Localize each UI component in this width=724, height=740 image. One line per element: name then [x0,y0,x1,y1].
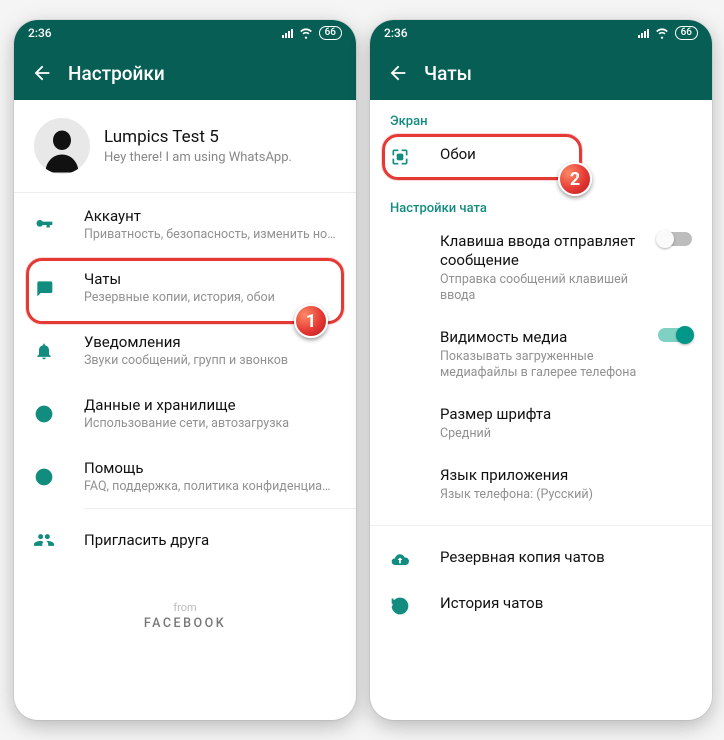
settings-item-invite[interactable]: Пригласить друга [14,509,356,571]
item-title: Пригласить друга [84,531,336,549]
toggle-media-visibility[interactable] [658,328,692,342]
bell-icon [34,341,84,361]
item-title: Чаты [84,270,336,288]
phone-chats-settings: 2:36 66 Чаты Экран Обои Настройки чата К… [370,20,712,720]
avatar [34,118,90,174]
item-title: Помощь [84,459,336,477]
settings-item-help[interactable]: Помощь FAQ, поддержка, политика конфиден… [14,445,356,508]
chat-icon [34,278,84,298]
item-title: История чатов [440,594,692,613]
chats-item-backup[interactable]: Резервная копия чатов [370,536,712,582]
signal-icon [282,29,293,38]
item-title: Уведомления [84,333,336,351]
item-subtitle: Показывать загруженные медиафайлы в гале… [440,349,650,382]
data-icon [34,404,84,424]
toggle-enter-send[interactable] [658,232,692,246]
signal-icon [638,29,649,38]
from-facebook: from FACEBOOK [14,571,356,651]
item-title: Размер шрифта [440,405,692,424]
app-bar: Настройки [14,46,356,100]
app-bar-title: Чаты [424,62,472,85]
chats-item-wallpaper[interactable]: Обои [370,133,712,179]
cloud-upload-icon [390,550,440,570]
status-bar: 2:36 66 [370,20,712,46]
profile-name: Lumpics Test 5 [104,127,292,147]
battery-icon: 66 [319,26,342,40]
battery-icon: 66 [675,26,698,40]
item-subtitle: Средний [440,426,692,442]
status-bar: 2:36 66 [14,20,356,46]
settings-item-data[interactable]: Данные и хранилище Использование сети, а… [14,382,356,445]
item-subtitle: FAQ, поддержка, политика конфиденциальн.… [84,479,336,494]
item-subtitle: Приватность, безопасность, изменить номе… [84,227,336,242]
settings-item-account[interactable]: Аккаунт Приватность, безопасность, измен… [14,193,356,256]
app-bar-title: Настройки [68,62,165,85]
item-subtitle: Использование сети, автозагрузка [84,416,336,431]
settings-item-chats[interactable]: Чаты Резервные копии, история, обои [14,256,356,319]
chats-item-app-language[interactable]: Язык приложения Язык телефона: (Русский) [370,454,712,515]
history-icon [390,596,440,616]
wifi-icon [299,26,313,40]
phone-settings: 2:36 66 Настройки Lumpics Test 5 Hey the… [14,20,356,720]
back-button[interactable] [378,53,418,93]
chats-item-history[interactable]: История чатов [370,582,712,628]
item-title: Обои [440,145,692,164]
clock: 2:36 [28,26,52,40]
chats-item-enter-send[interactable]: Клавиша ввода отправляет сообщение Отпра… [370,220,712,316]
item-title: Язык приложения [440,466,692,485]
app-bar: Чаты [370,46,712,100]
item-title: Аккаунт [84,207,336,225]
people-icon [34,530,84,550]
item-subtitle: Резервные копии, история, обои [84,290,336,305]
item-title: Видимость медиа [440,328,650,347]
chats-item-font-size[interactable]: Размер шрифта Средний [370,393,712,454]
wifi-icon [655,26,669,40]
section-screen: Экран [370,100,712,133]
clock: 2:36 [384,26,408,40]
back-button[interactable] [22,53,62,93]
wallpaper-icon [390,147,440,167]
help-icon [34,467,84,487]
profile-row[interactable]: Lumpics Test 5 Hey there! I am using Wha… [14,100,356,192]
item-title: Клавиша ввода отправляет сообщение [440,232,650,270]
item-subtitle: Отправка сообщений клавишей ввода [440,272,650,305]
item-title: Данные и хранилище [84,396,336,414]
item-subtitle: Звуки сообщений, групп и звонков [84,353,336,368]
item-title: Резервная копия чатов [440,548,692,567]
section-chat: Настройки чата [370,187,712,220]
item-subtitle: Язык телефона: (Русский) [440,487,692,503]
chats-item-media-visibility[interactable]: Видимость медиа Показывать загруженные м… [370,316,712,393]
settings-item-notifications[interactable]: Уведомления Звуки сообщений, групп и зво… [14,319,356,382]
profile-status: Hey there! I am using WhatsApp. [104,150,292,165]
key-icon [34,215,84,235]
